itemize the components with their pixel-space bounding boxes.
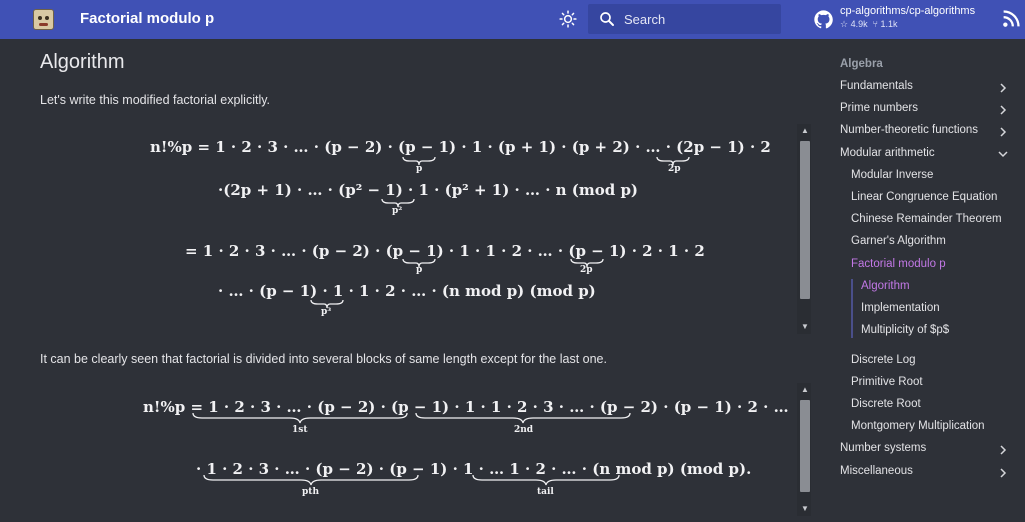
- rss-icon[interactable]: [1001, 8, 1022, 29]
- site-logo-icon[interactable]: [33, 9, 54, 30]
- nav-item-modular-inverse[interactable]: Modular Inverse: [851, 169, 933, 181]
- brace-label-p: p: [416, 265, 423, 275]
- star-icon: ☆: [840, 19, 849, 29]
- top-header: Factorial modulo p Search cp-algorithms/…: [0, 0, 1025, 39]
- brace-label-p: p: [416, 164, 423, 174]
- nav-section-title: Algebra: [840, 58, 883, 70]
- nav-item-miscellaneous[interactable]: Miscellaneous: [840, 465, 913, 477]
- nav-item-linear-congruence[interactable]: Linear Congruence Equation: [851, 191, 997, 203]
- repo-forks: 1.1k: [880, 19, 898, 29]
- scroll-up-icon[interactable]: ▲: [800, 126, 810, 135]
- github-icon[interactable]: [813, 9, 834, 30]
- chevron-right-icon[interactable]: [998, 468, 1008, 478]
- repo-stats: ☆ 4.9k ⑂ 1.1k: [840, 19, 898, 30]
- brace-label-p3: p³: [321, 307, 332, 317]
- equation-scrollbar[interactable]: ▲ ▼: [797, 124, 811, 334]
- chevron-right-icon[interactable]: [998, 445, 1008, 455]
- underbrace: [203, 474, 419, 486]
- fork-icon: ⑂: [872, 19, 879, 29]
- search-box[interactable]: Search: [588, 4, 781, 34]
- nav-item-chinese-remainder[interactable]: Chinese Remainder Theorem: [851, 213, 1002, 225]
- scroll-down-icon[interactable]: ▼: [800, 322, 810, 331]
- scroll-up-icon[interactable]: ▲: [800, 385, 810, 394]
- nav-item-primitive-root[interactable]: Primitive Root: [851, 376, 923, 388]
- chevron-right-icon[interactable]: [998, 105, 1008, 115]
- theme-toggle-icon[interactable]: [559, 10, 577, 28]
- chevron-down-icon[interactable]: [998, 149, 1008, 159]
- toc-item-implementation[interactable]: Implementation: [861, 302, 940, 314]
- underbrace: [192, 412, 408, 424]
- nav-item-discrete-log[interactable]: Discrete Log: [851, 354, 916, 366]
- middle-text: It can be clearly seen that factorial is…: [40, 352, 607, 366]
- nav-item-prime-numbers[interactable]: Prime numbers: [840, 102, 918, 114]
- underbrace: [472, 474, 620, 486]
- repo-stars: 4.9k: [850, 19, 868, 29]
- toc-indicator-line: [851, 279, 853, 338]
- equation-1-line-1: n!%p = 1 · 2 · 3 · … · (p − 2) · (p − 1)…: [150, 138, 771, 156]
- brace-label-1st: 1st: [292, 425, 308, 435]
- nav-item-garner[interactable]: Garner's Algorithm: [851, 235, 946, 247]
- nav-item-number-theoretic[interactable]: Number-theoretic functions: [840, 124, 978, 136]
- brace-label-2p: 2p: [668, 164, 681, 174]
- toc-item-multiplicity[interactable]: Multiplicity of $p$: [861, 324, 949, 336]
- toc-item-algorithm[interactable]: Algorithm: [861, 280, 910, 292]
- search-placeholder: Search: [624, 12, 666, 27]
- nav-item-discrete-root[interactable]: Discrete Root: [851, 398, 921, 410]
- underbrace: [415, 412, 631, 424]
- nav-item-modular-arithmetic[interactable]: Modular arithmetic: [840, 147, 935, 159]
- equation-1-line-4: · … · (p − 1) · 1 · 1 · 2 · … · (n mod p…: [218, 282, 596, 300]
- intro-text: Let's write this modified factorial expl…: [40, 93, 271, 107]
- nav-item-fundamentals[interactable]: Fundamentals: [840, 80, 913, 92]
- section-heading: Algorithm: [40, 51, 125, 73]
- brace-label-p2: p²: [392, 206, 403, 216]
- equation-scrollbar[interactable]: ▲ ▼: [797, 383, 811, 516]
- equation-1-line-2: ·(2p + 1) · … · (p² − 1) · 1 · (p² + 1) …: [218, 181, 639, 199]
- nav-item-number-systems[interactable]: Number systems: [840, 442, 926, 454]
- scroll-down-icon[interactable]: ▼: [800, 504, 810, 513]
- search-icon: [600, 12, 614, 26]
- equation-1-line-3: = 1 · 2 · 3 · … · (p − 2) · (p − 1) · 1 …: [185, 242, 705, 260]
- nav-item-montgomery[interactable]: Montgomery Multiplication: [851, 420, 985, 432]
- brace-label-2nd: 2nd: [514, 425, 534, 435]
- scroll-thumb[interactable]: [800, 400, 810, 492]
- scroll-thumb[interactable]: [800, 141, 810, 299]
- nav-item-factorial-modulo-p[interactable]: Factorial modulo p: [851, 258, 946, 270]
- page-title: Factorial modulo p: [80, 10, 215, 27]
- repo-link[interactable]: cp-algorithms/cp-algorithms: [840, 5, 975, 17]
- chevron-right-icon[interactable]: [998, 83, 1008, 93]
- brace-label-2p: 2p: [580, 265, 593, 275]
- brace-label-pth: pth: [302, 487, 319, 497]
- chevron-right-icon[interactable]: [998, 127, 1008, 137]
- brace-label-tail: tail: [537, 487, 554, 497]
